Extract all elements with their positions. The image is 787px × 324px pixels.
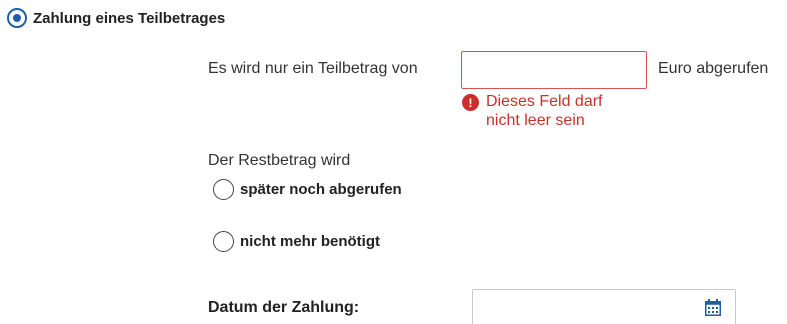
remaining-later-label: später noch abgerufen: [240, 181, 402, 198]
remaining-not-needed-radio[interactable]: [213, 231, 234, 252]
remaining-later-radio[interactable]: [213, 179, 234, 200]
partial-amount-suffix: Euro abgerufen: [658, 60, 769, 77]
remaining-option-not-needed[interactable]: nicht mehr benötigt: [213, 231, 380, 252]
payment-date-input[interactable]: [472, 289, 736, 324]
partial-payment-label: Zahlung eines Teilbetrages: [33, 9, 226, 27]
remaining-amount-label: Der Restbetrag wird: [208, 152, 351, 169]
error-message: Dieses Feld darf nicht leer sein: [486, 93, 603, 129]
exclamation-circle-icon: !: [462, 94, 479, 111]
payment-date-label: Datum der Zahlung:: [208, 299, 360, 316]
partial-payment-radio[interactable]: [7, 8, 27, 28]
partial-amount-input[interactable]: [461, 51, 647, 89]
payment-form: Zahlung eines Teilbetrages Es wird nur e…: [0, 0, 787, 324]
calendar-icon[interactable]: [705, 299, 721, 316]
remaining-option-later[interactable]: später noch abgerufen: [213, 179, 402, 200]
radio-selected-dot: [13, 14, 21, 22]
partial-amount-error: ! Dieses Feld darf nicht leer sein: [462, 92, 626, 130]
remaining-not-needed-label: nicht mehr benötigt: [240, 233, 380, 250]
partial-amount-prefix: Es wird nur ein Teilbetrag von: [208, 60, 418, 77]
partial-payment-option[interactable]: Zahlung eines Teilbetrages: [7, 8, 225, 28]
